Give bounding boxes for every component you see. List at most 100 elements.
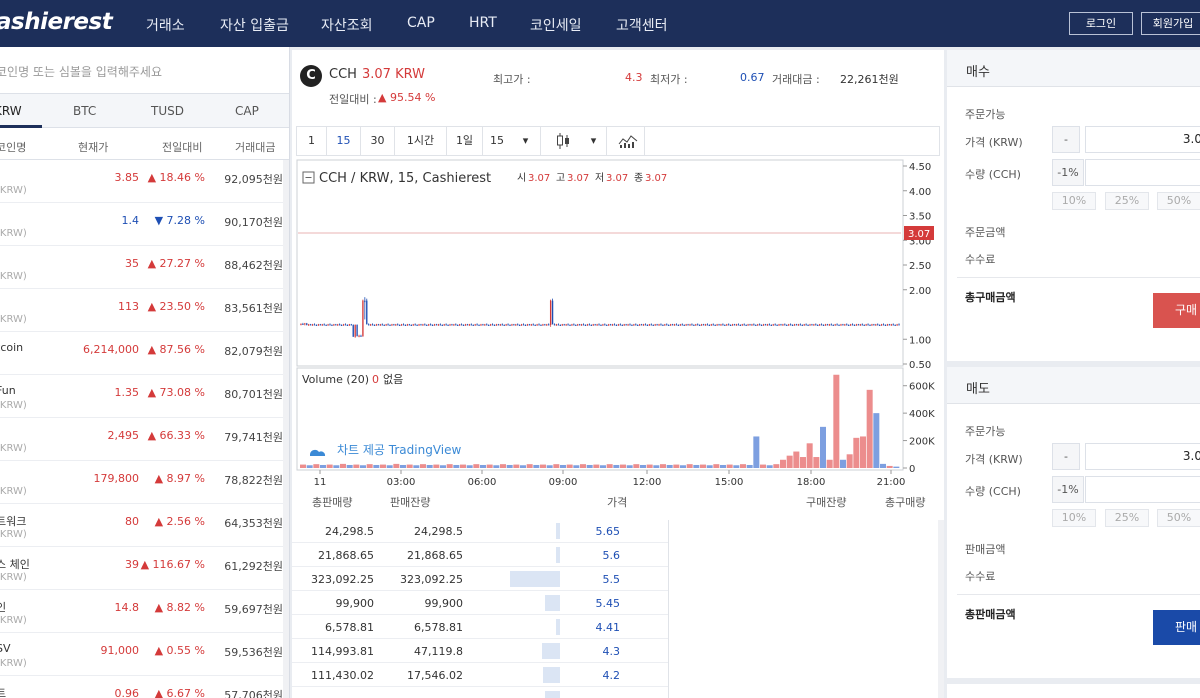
orderbook-row[interactable] bbox=[292, 688, 668, 698]
candle-body bbox=[822, 324, 825, 326]
candle-type-icon[interactable] bbox=[545, 127, 581, 155]
nav-item-deposit-withdraw[interactable]: 자산 입출금 bbox=[220, 15, 289, 35]
market-row[interactable]: 스 체인(KRW) 39▲ 116.67 % 61,292천원 bbox=[0, 547, 283, 590]
tab-tusd[interactable]: TUSD bbox=[151, 104, 184, 118]
chart-title: CCH / KRW, 15, Cashierest bbox=[319, 171, 491, 186]
nav-item-assets[interactable]: 자산조회 bbox=[321, 15, 373, 35]
indicators-icon[interactable] bbox=[611, 127, 645, 155]
sell-price-input[interactable]: 3.0 bbox=[1085, 443, 1200, 470]
candle-body bbox=[871, 324, 873, 326]
candle-body bbox=[577, 324, 579, 326]
interval-dropdown-value[interactable]: 15 bbox=[483, 127, 511, 155]
orderbook-row[interactable]: 323,092.25 323,092.25 5.5 bbox=[292, 568, 668, 591]
market-row[interactable]: (KRW) 35 ▲ 27.27 % 88,462천원 bbox=[0, 246, 283, 289]
volume-bar bbox=[573, 465, 580, 468]
nav-item-coin-sale[interactable]: 코인세일 bbox=[530, 15, 582, 35]
interval-1h-button[interactable]: 1시간 bbox=[395, 127, 447, 155]
candle-body bbox=[764, 324, 767, 326]
market-row[interactable]: Fun (KRW) 1.35 ▲ 73.08 % 80,701천원 bbox=[0, 375, 283, 418]
buy-price-input[interactable]: 3.0 bbox=[1085, 126, 1200, 153]
candle-body bbox=[803, 324, 805, 326]
login-button[interactable]: 로그인 bbox=[1069, 12, 1133, 35]
interval-1-button[interactable]: 1 bbox=[297, 127, 327, 155]
market-row[interactable]: SV (KRW) 91,000 ▲ 0.55 % 59,536천원 bbox=[0, 633, 283, 676]
market-row[interactable]: 트워크(KRW) 80 ▲ 2.56 % 64,353천원 bbox=[0, 504, 283, 547]
ohlc-open-label: 시 bbox=[517, 172, 526, 184]
nav-item-cap[interactable]: CAP bbox=[407, 15, 435, 31]
tab-krw[interactable]: KRW bbox=[0, 104, 22, 118]
coin-search-input[interactable]: 코인명 또는 심볼을 입력해주세요 bbox=[0, 63, 162, 80]
coin-volume: 90,170천원 bbox=[224, 216, 283, 229]
volume-bar bbox=[620, 464, 626, 468]
market-row[interactable]: (KRW) 1.4 ▼ 7.28 % 90,170천원 bbox=[0, 203, 283, 246]
orderbook-row[interactable]: 6,578.81 6,578.81 4.41 bbox=[292, 616, 668, 639]
sell-10pct-button[interactable]: 10% bbox=[1052, 509, 1096, 527]
market-row[interactable]: tcoin 6,214,000 ▲ 87.56 % 82,079천원 bbox=[0, 332, 283, 375]
orderbook-row[interactable]: 24,298.5 24,298.5 5.65 bbox=[292, 520, 668, 543]
buy-qty-input[interactable] bbox=[1085, 159, 1200, 186]
sell-price-decrement-button[interactable]: - bbox=[1052, 443, 1080, 470]
sell-fee-label: 수수료 bbox=[965, 570, 996, 583]
coin-volume: 92,095천원 bbox=[224, 173, 283, 186]
scrollbar[interactable] bbox=[283, 160, 289, 698]
chevron-down-icon[interactable]: ▾ bbox=[581, 127, 607, 155]
candle-body bbox=[892, 324, 894, 326]
orderbook-row[interactable]: 114,993.81 47,119.8 4.3 bbox=[292, 640, 668, 663]
market-row[interactable]: (KRW) 2,495 ▲ 66.33 % 79,741천원 bbox=[0, 418, 283, 461]
buy-price-decrement-button[interactable]: - bbox=[1052, 126, 1080, 153]
sell-button[interactable]: 판매 bbox=[1153, 610, 1200, 645]
order-price: 5.6 bbox=[602, 549, 621, 562]
nav-item-exchange[interactable]: 거래소 bbox=[146, 15, 185, 35]
sell-qty-minus-1pct-button[interactable]: -1% bbox=[1052, 476, 1084, 503]
column-header-change[interactable]: 전일대비 bbox=[162, 139, 202, 155]
signup-button[interactable]: 회원가입 bbox=[1141, 12, 1200, 35]
nav-item-support[interactable]: 고객센터 bbox=[616, 15, 668, 35]
interval-1d-button[interactable]: 1일 bbox=[447, 127, 483, 155]
buy-qty-minus-1pct-button[interactable]: -1% bbox=[1052, 159, 1084, 186]
sell-25pct-button[interactable]: 25% bbox=[1105, 509, 1149, 527]
volume-bar bbox=[673, 464, 680, 468]
market-row[interactable]: (KRW) 113 ▲ 23.50 % 83,561천원 bbox=[0, 289, 283, 332]
orderbook-row[interactable]: 21,868.65 21,868.65 5.6 bbox=[292, 544, 668, 567]
interval-15-button[interactable]: 15 bbox=[327, 127, 361, 155]
market-row[interactable]: (KRW) 179,800 ▲ 8.97 % 78,822천원 bbox=[0, 461, 283, 504]
sell-total-label: 총판매금액 bbox=[965, 608, 1016, 621]
chevron-down-icon[interactable]: ▾ bbox=[511, 127, 541, 155]
column-header-coin[interactable]: 코인명 bbox=[0, 139, 26, 155]
buy-10pct-button[interactable]: 10% bbox=[1052, 192, 1096, 210]
scrollbar[interactable] bbox=[938, 520, 944, 698]
orderbook-row[interactable]: 99,900 99,900 5.45 bbox=[292, 592, 668, 615]
sell-50pct-button[interactable]: 50% bbox=[1157, 509, 1200, 527]
orderbook-row[interactable]: 111,430.02 17,546.02 4.2 bbox=[292, 664, 668, 687]
column-header-price[interactable]: 현재가 bbox=[78, 139, 108, 155]
buy-50pct-button[interactable]: 50% bbox=[1157, 192, 1200, 210]
candle-body bbox=[728, 324, 730, 326]
divider bbox=[668, 520, 669, 698]
candle-body bbox=[308, 324, 310, 326]
interval-30-button[interactable]: 30 bbox=[361, 127, 395, 155]
candle-body bbox=[681, 324, 683, 326]
nav-item-hrt[interactable]: HRT bbox=[469, 15, 497, 31]
buy-order-panel: 매수 주문가능 가격 (KRW) - 3.0 수량 (CCH) -1% 10% … bbox=[947, 50, 1200, 361]
market-row[interactable]: 인(KRW) 14.8 ▲ 8.82 % 59,697천원 bbox=[0, 590, 283, 633]
candle-body bbox=[381, 324, 383, 326]
market-row[interactable]: (KRW) 3.85 ▲ 18.46 % 92,095천원 bbox=[0, 160, 283, 203]
tradingview-attribution[interactable]: 차트 제공 TradingView bbox=[337, 443, 461, 457]
candle-body bbox=[807, 324, 809, 326]
price-tick-label: 1.00 bbox=[909, 335, 931, 346]
buy-button[interactable]: 구매 bbox=[1153, 293, 1200, 328]
buy-25pct-button[interactable]: 25% bbox=[1105, 192, 1149, 210]
volume-bar bbox=[773, 464, 780, 468]
candle-body bbox=[731, 324, 734, 326]
tab-cap[interactable]: CAP bbox=[235, 104, 259, 118]
tab-btc[interactable]: BTC bbox=[73, 104, 96, 118]
volume-bar bbox=[406, 464, 413, 468]
coin-symbol: CCH bbox=[329, 67, 357, 82]
candle-body bbox=[391, 324, 393, 326]
price-chart[interactable]: 4.50 4.00 3.50 3.00 2.50 2.00 1.00 0.50 600K 400… bbox=[296, 158, 940, 492]
sell-qty-input[interactable] bbox=[1085, 476, 1200, 503]
logo[interactable]: ashierest bbox=[0, 9, 113, 35]
candle-body bbox=[689, 324, 691, 326]
column-header-volume[interactable]: 거래대금 bbox=[235, 139, 275, 155]
market-row[interactable]: 트 0.96 ▲ 6.67 % 57,706천원 bbox=[0, 676, 283, 698]
